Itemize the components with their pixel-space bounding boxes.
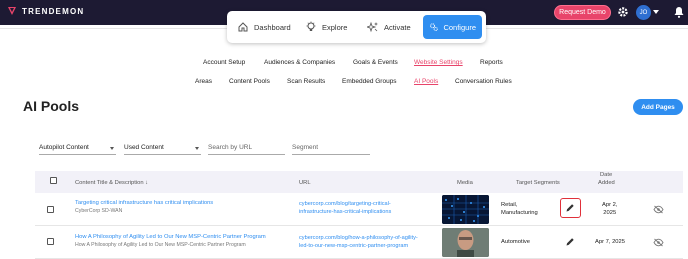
- row-segments-line2: Manufacturing: [501, 210, 538, 216]
- brand-logo[interactable]: TRENDEMON: [7, 6, 84, 16]
- subnav-scan-results[interactable]: Scan Results: [287, 78, 325, 85]
- header-title[interactable]: Content Title & Description ↓: [75, 180, 148, 186]
- chevron-down-icon[interactable]: [653, 10, 659, 14]
- row-date-line2: 2025: [603, 210, 617, 216]
- header-title-label: Content Title & Description: [75, 180, 144, 186]
- sparkles-icon: [367, 21, 378, 33]
- tab-activate[interactable]: Activate: [361, 15, 417, 39]
- home-icon: [238, 22, 248, 32]
- lightbulb-icon: [306, 21, 316, 31]
- header-date-line2: Added: [598, 180, 615, 186]
- row-url[interactable]: cybercorp.com/blog/how-a-philosophy-of-a…: [299, 234, 418, 250]
- row-media-thumbnail[interactable]: [442, 228, 489, 257]
- row-url-line2: infrastructure-has-critical-implications: [299, 209, 392, 215]
- pool-select[interactable]: Autopilot Content: [39, 144, 116, 155]
- row-url-line2: led-to-our-new-msp-centric-partner-progr…: [299, 243, 409, 249]
- header-media: Media: [457, 180, 473, 186]
- eye-slash-icon[interactable]: [653, 205, 664, 214]
- chevron-down-icon: [110, 147, 114, 150]
- row-description: CyberCorp SD-WAN: [75, 208, 123, 214]
- tab-dashboard[interactable]: Dashboard: [231, 15, 297, 39]
- subnav-website-settings[interactable]: Website Settings: [414, 59, 463, 66]
- tab-label: Configure: [443, 22, 476, 32]
- brand-name: TRENDEMON: [22, 6, 85, 16]
- portrait-image: [442, 228, 489, 257]
- tab-label: Explore: [322, 22, 348, 32]
- row-title[interactable]: How A Philosophy of Agility Led to Our N…: [75, 234, 266, 240]
- main-nav: Dashboard Explore Activate Configure: [227, 11, 486, 43]
- header-date-line1: Date: [600, 172, 613, 178]
- row-checkbox[interactable]: [47, 238, 54, 245]
- select-all-checkbox[interactable]: [50, 177, 57, 184]
- trendemon-logo-icon: [8, 7, 16, 15]
- subnav-audiences[interactable]: Audiences & Companies: [264, 59, 335, 66]
- subnav-embedded-groups[interactable]: Embedded Groups: [342, 78, 397, 85]
- circuit-image: [442, 195, 489, 224]
- row-media-thumbnail[interactable]: [442, 195, 489, 224]
- row-url-line1: cybercorp.com/blog/how-a-philosophy-of-a…: [299, 235, 418, 241]
- subnav-reports[interactable]: Reports: [480, 59, 503, 66]
- bell-icon[interactable]: [674, 6, 684, 18]
- chevron-down-icon: [195, 147, 199, 150]
- subnav-ai-pools[interactable]: AI Pools: [414, 78, 438, 85]
- page-title: AI Pools: [23, 98, 80, 114]
- row-url-line1: cybercorp.com/blog/targeting-critical-: [299, 201, 391, 207]
- tab-label: Activate: [384, 22, 411, 32]
- content-select-value: Used Content: [124, 144, 164, 151]
- row-date: Apr 2, 2025: [602, 201, 617, 217]
- table-row[interactable]: How A Philosophy of Agility Led to Our N…: [35, 226, 683, 259]
- tab-label: Dashboard: [254, 22, 291, 32]
- tab-configure[interactable]: Configure: [423, 15, 482, 39]
- row-segments-line1: Retail,: [501, 202, 518, 208]
- table-row[interactable]: Targeting critical infrastructure has cr…: [35, 193, 683, 226]
- eye-slash-icon[interactable]: [653, 238, 664, 247]
- subnav-content-pools[interactable]: Content Pools: [229, 78, 270, 85]
- subnav-areas[interactable]: Areas: [195, 78, 212, 85]
- header-url: URL: [299, 180, 311, 186]
- add-pages-button[interactable]: Add Pages: [633, 99, 683, 115]
- row-title[interactable]: Targeting critical infrastructure has cr…: [75, 200, 213, 206]
- row-description: How A Philosophy of Agility Led to Our N…: [75, 242, 246, 248]
- pencil-icon[interactable]: [565, 203, 575, 213]
- row-date: Apr 7, 2025: [595, 239, 625, 245]
- search-url-input[interactable]: Search by URL: [208, 144, 285, 155]
- settings-subnav: Account Setup Audiences & Companies Goal…: [0, 59, 688, 69]
- gears-icon: [430, 23, 438, 32]
- subnav-conversation-rules[interactable]: Conversation Rules: [455, 78, 512, 85]
- table-header: Content Title & Description ↓ URL Media …: [35, 171, 683, 193]
- tab-explore[interactable]: Explore: [299, 15, 353, 39]
- website-settings-subnav: Areas Content Pools Scan Results Embedde…: [0, 78, 688, 88]
- user-avatar[interactable]: JO: [636, 5, 651, 20]
- row-date-line1: Apr 2,: [602, 202, 618, 208]
- header-segments: Target Segments: [516, 180, 560, 186]
- row-segments: Retail, Manufacturing: [501, 201, 538, 217]
- row-url[interactable]: cybercorp.com/blog/targeting-critical-in…: [299, 200, 391, 216]
- sort-arrow-icon: ↓: [145, 180, 149, 186]
- content-select[interactable]: Used Content: [124, 144, 201, 155]
- subnav-goals-events[interactable]: Goals & Events: [353, 59, 398, 66]
- request-demo-button[interactable]: Request Demo: [554, 5, 611, 20]
- segment-input[interactable]: Segment: [292, 144, 370, 155]
- pencil-icon[interactable]: [565, 237, 575, 247]
- pool-select-value: Autopilot Content: [39, 144, 89, 151]
- row-segments: Automotive: [501, 239, 530, 245]
- row-checkbox[interactable]: [47, 206, 54, 213]
- gear-icon[interactable]: [617, 6, 629, 18]
- subnav-account-setup[interactable]: Account Setup: [203, 59, 245, 66]
